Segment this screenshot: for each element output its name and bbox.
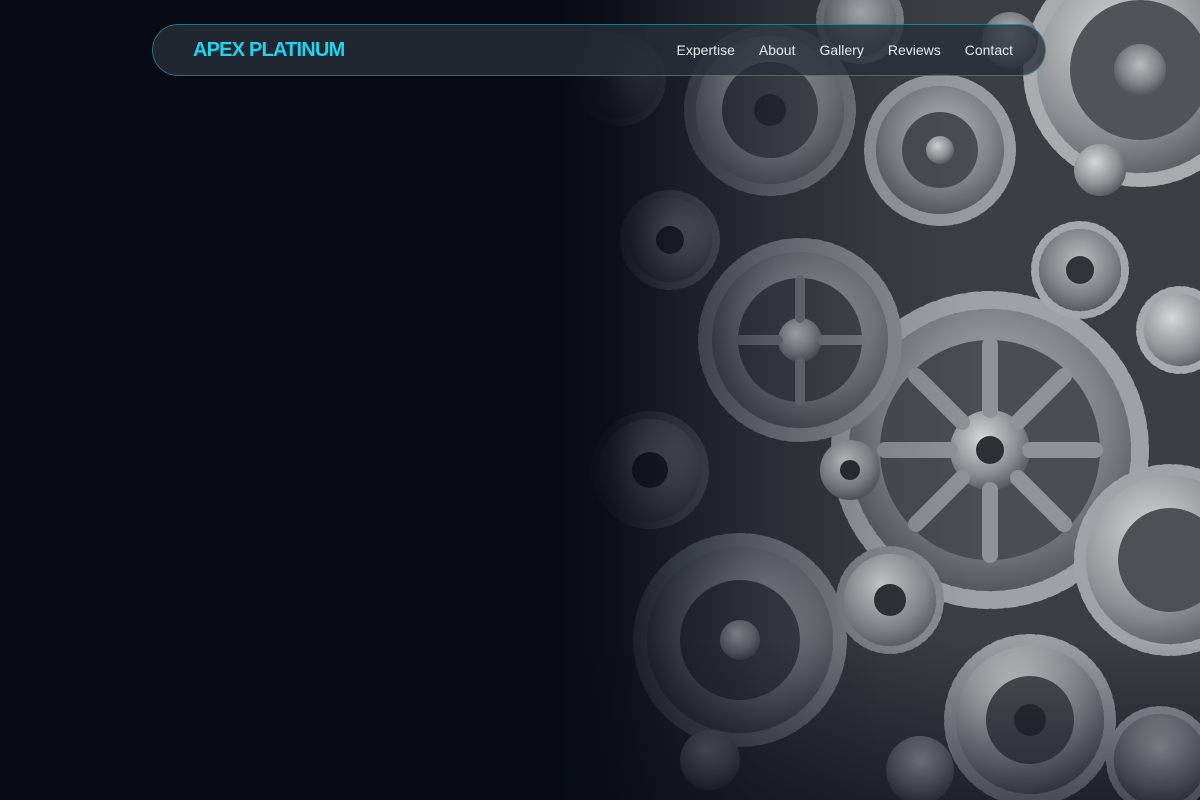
page: APEX PLATINUM Expertise About Gallery Re… — [0, 0, 1200, 800]
navbar: APEX PLATINUM Expertise About Gallery Re… — [152, 24, 1046, 76]
brand-logo[interactable]: APEX PLATINUM — [193, 39, 345, 62]
hero-gears-image — [560, 0, 1200, 800]
hero-image-bottom-fade — [560, 640, 1200, 800]
nav-link-expertise[interactable]: Expertise — [677, 42, 735, 58]
nav-link-about[interactable]: About — [759, 42, 796, 58]
nav-link-reviews[interactable]: Reviews — [888, 42, 941, 58]
nav-links: Expertise About Gallery Reviews Contact — [677, 42, 1013, 58]
nav-link-contact[interactable]: Contact — [965, 42, 1013, 58]
nav-link-gallery[interactable]: Gallery — [819, 42, 863, 58]
